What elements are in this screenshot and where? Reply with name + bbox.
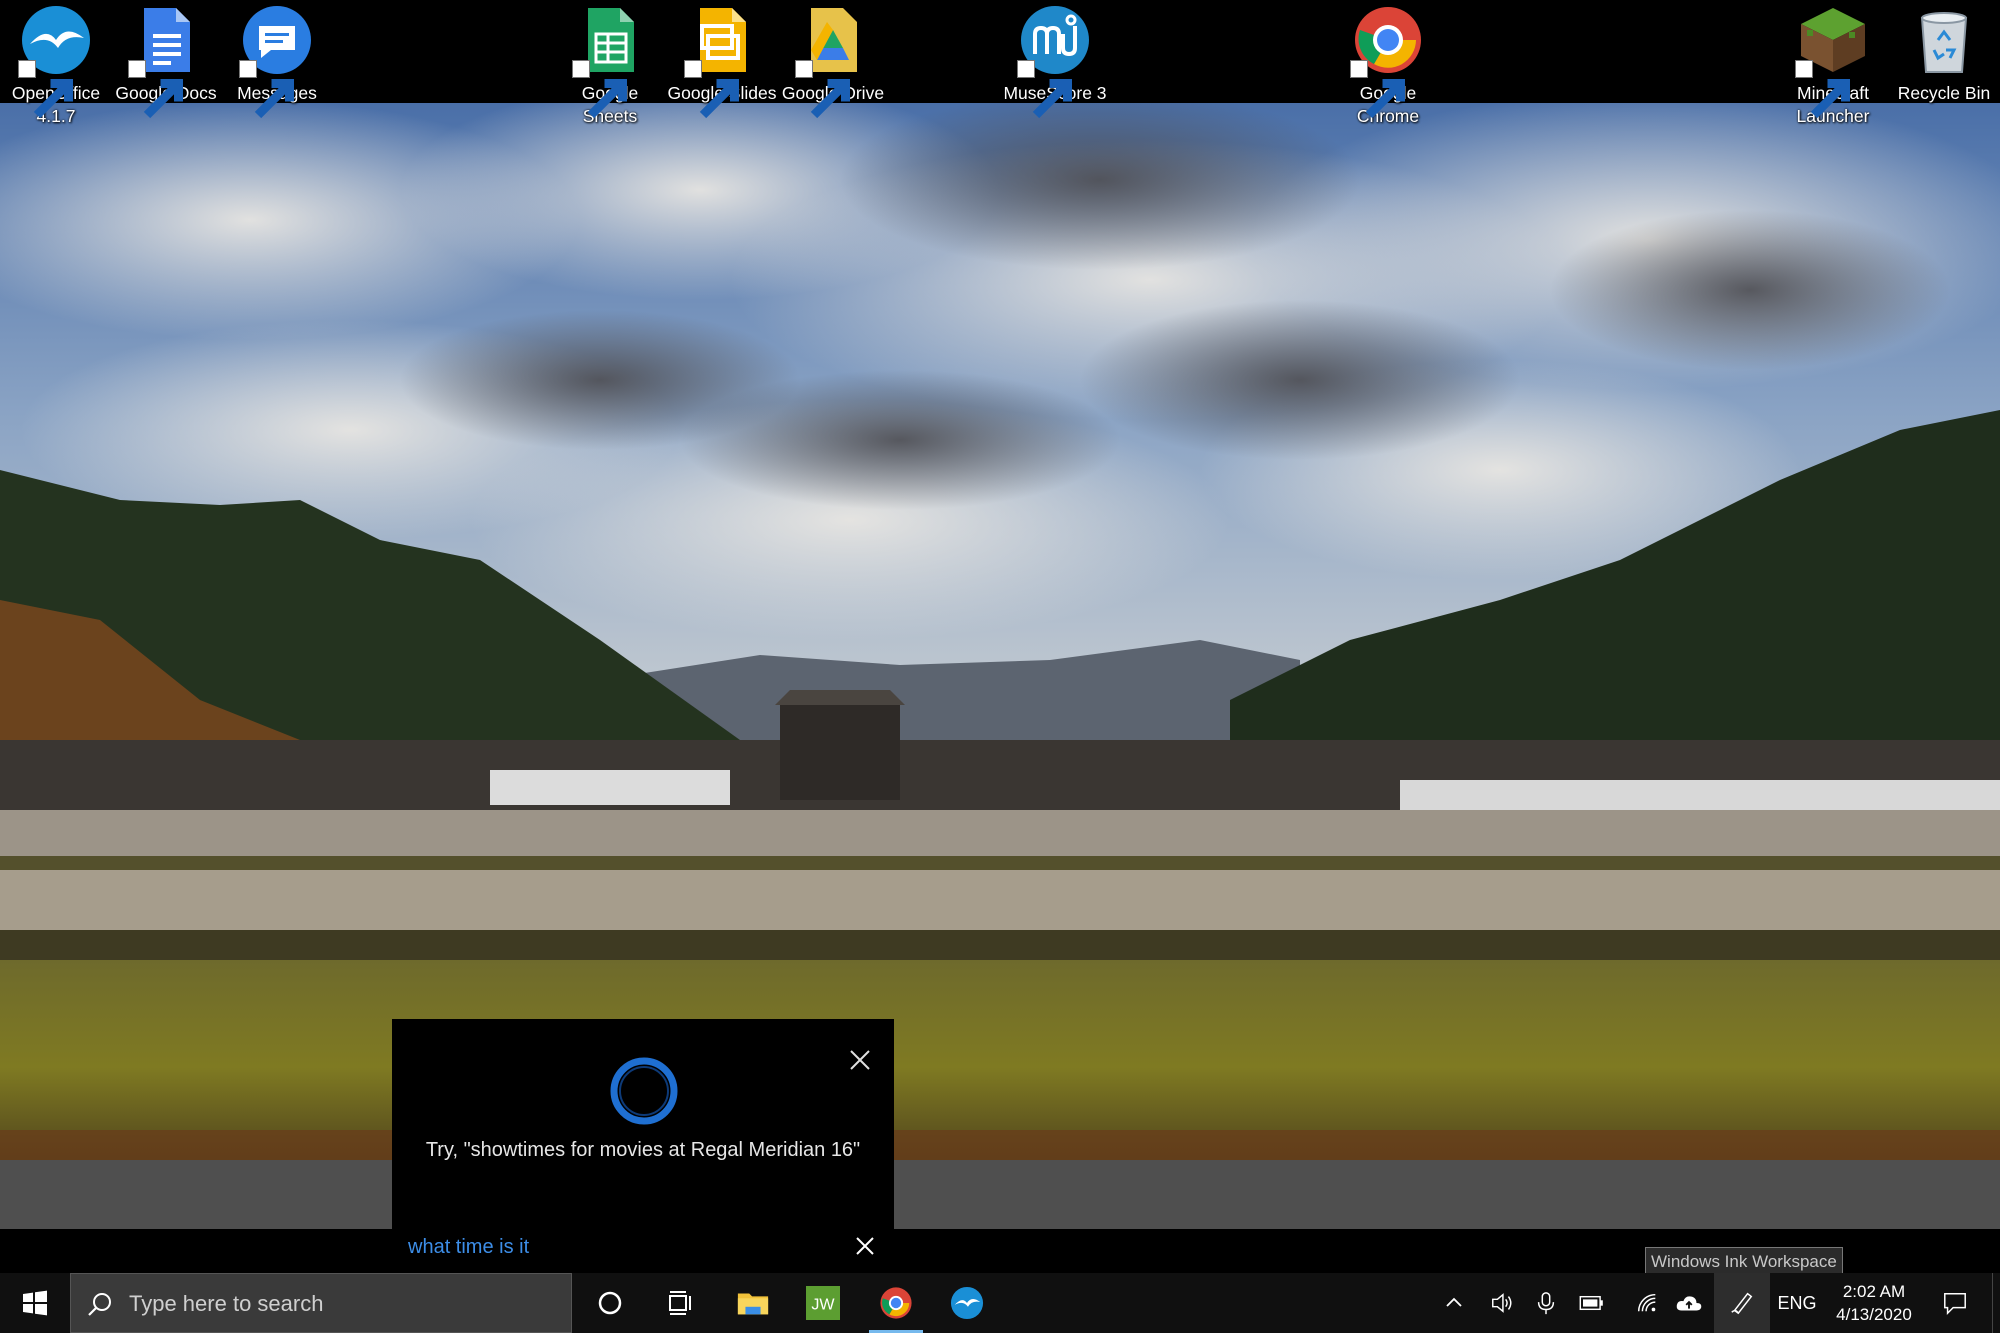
minecraft-icon: [1795, 4, 1869, 119]
jw-app-icon: JW: [806, 1286, 840, 1320]
shortcut-arrow-icon: [239, 60, 294, 119]
shortcut-arrow-icon: [684, 60, 739, 119]
desktop-icon-google-sheets[interactable]: Google Sheets: [554, 0, 666, 128]
desktop-icon-messages[interactable]: Messages: [221, 0, 333, 119]
volume-button[interactable]: [1480, 1273, 1524, 1333]
desktop-icon-openoffice[interactable]: OpenOffice 4.1.7: [0, 0, 112, 128]
taskbar-app-jw[interactable]: JW: [788, 1273, 858, 1333]
show-desktop-button[interactable]: [1992, 1273, 2000, 1333]
battery-icon: [1579, 1295, 1603, 1311]
shortcut-arrow-icon: [128, 60, 183, 119]
chevron-up-icon: [1446, 1297, 1462, 1307]
notification-icon: [1944, 1292, 1966, 1316]
battery-button[interactable]: [1570, 1273, 1614, 1333]
start-button[interactable]: [0, 1273, 70, 1333]
taskbar-app-chrome[interactable]: [861, 1273, 931, 1333]
windows-ink-workspace-button[interactable]: [1714, 1273, 1770, 1333]
search-placeholder: Type here to search: [129, 1291, 324, 1316]
shortcut-arrow-icon: [1350, 60, 1405, 119]
cortana-circle-icon: [598, 1291, 622, 1315]
close-icon[interactable]: [845, 1045, 875, 1075]
shortcut-arrow-icon: [1795, 60, 1850, 119]
show-hidden-icons-button[interactable]: [1434, 1273, 1474, 1333]
google-chrome-icon: [880, 1287, 912, 1319]
cortana-query-text[interactable]: what time is it: [408, 1233, 529, 1261]
clock-date: 4/13/2020: [1836, 1305, 1912, 1324]
network-button[interactable]: [1625, 1273, 1669, 1333]
openoffice-icon: [950, 1286, 984, 1320]
desktop-icon-google-chrome[interactable]: Google Chrome: [1332, 0, 1444, 128]
google-slides-icon: [684, 4, 758, 119]
taskbar-app-file-explorer[interactable]: [718, 1273, 788, 1333]
taskbar-app-openoffice[interactable]: [932, 1273, 1002, 1333]
messages-icon: [239, 4, 313, 119]
musescore-icon: [1017, 4, 1091, 119]
desktop-icon-recycle-bin[interactable]: Recycle Bin: [1888, 0, 2000, 105]
desktop-icon-minecraft[interactable]: Minecraft Launcher: [1777, 0, 1889, 128]
onedrive-button[interactable]: [1665, 1273, 1713, 1333]
cortana-suggestion-text: Try, "showtimes for movies at Regal Meri…: [425, 1139, 861, 1161]
windows-logo-icon: [23, 1290, 47, 1316]
taskbar: Type here to search JW ENG 2:02 AM 4/13/…: [0, 1273, 2000, 1333]
cloud-upload-icon: [1676, 1296, 1702, 1311]
google-docs-icon: [128, 4, 202, 119]
speaker-icon: [1492, 1293, 1512, 1313]
svg-text:JW: JW: [811, 1296, 835, 1314]
shortcut-arrow-icon: [1017, 60, 1072, 119]
openoffice-icon: [18, 4, 92, 119]
wifi-icon: [1637, 1293, 1656, 1312]
microphone-icon: [1537, 1292, 1555, 1315]
desktop-icon-label: Recycle Bin: [1897, 83, 1991, 103]
cortana-panel: Try, "showtimes for movies at Regal Meri…: [392, 1019, 894, 1229]
clock[interactable]: 2:02 AM 4/13/2020: [1826, 1273, 1922, 1333]
task-view-button[interactable]: [650, 1273, 710, 1333]
shortcut-arrow-icon: [18, 60, 73, 119]
cortana-ring-icon: [608, 1055, 680, 1127]
clear-query-icon[interactable]: [852, 1233, 878, 1259]
action-center-button[interactable]: [1925, 1273, 1985, 1333]
taskbar-search-box[interactable]: Type here to search: [70, 1273, 572, 1333]
desktop-icon-google-slides[interactable]: Google Slides: [666, 0, 778, 119]
recycle-bin-icon: [1908, 4, 1980, 76]
desktop-wallpaper: [0, 0, 2000, 1333]
desktop-icon-musescore[interactable]: MuseScore 3: [999, 0, 1111, 119]
file-explorer-icon: [737, 1293, 769, 1315]
input-language-indicator[interactable]: ENG: [1772, 1273, 1822, 1333]
desktop-icon-google-drive[interactable]: Google Drive: [777, 0, 889, 119]
desktop-icon-google-docs[interactable]: Google Docs: [110, 0, 222, 119]
task-view-icon: [669, 1291, 691, 1315]
cortana-button[interactable]: [580, 1273, 640, 1333]
google-chrome-icon: [1350, 4, 1424, 119]
shortcut-arrow-icon: [572, 60, 627, 119]
google-drive-icon: [795, 4, 869, 119]
pen-icon: [1731, 1292, 1753, 1315]
search-icon: [88, 1293, 111, 1316]
microphone-button[interactable]: [1524, 1273, 1568, 1333]
clock-time: 2:02 AM: [1842, 1282, 1906, 1301]
shortcut-arrow-icon: [795, 60, 850, 119]
google-sheets-icon: [572, 4, 646, 119]
